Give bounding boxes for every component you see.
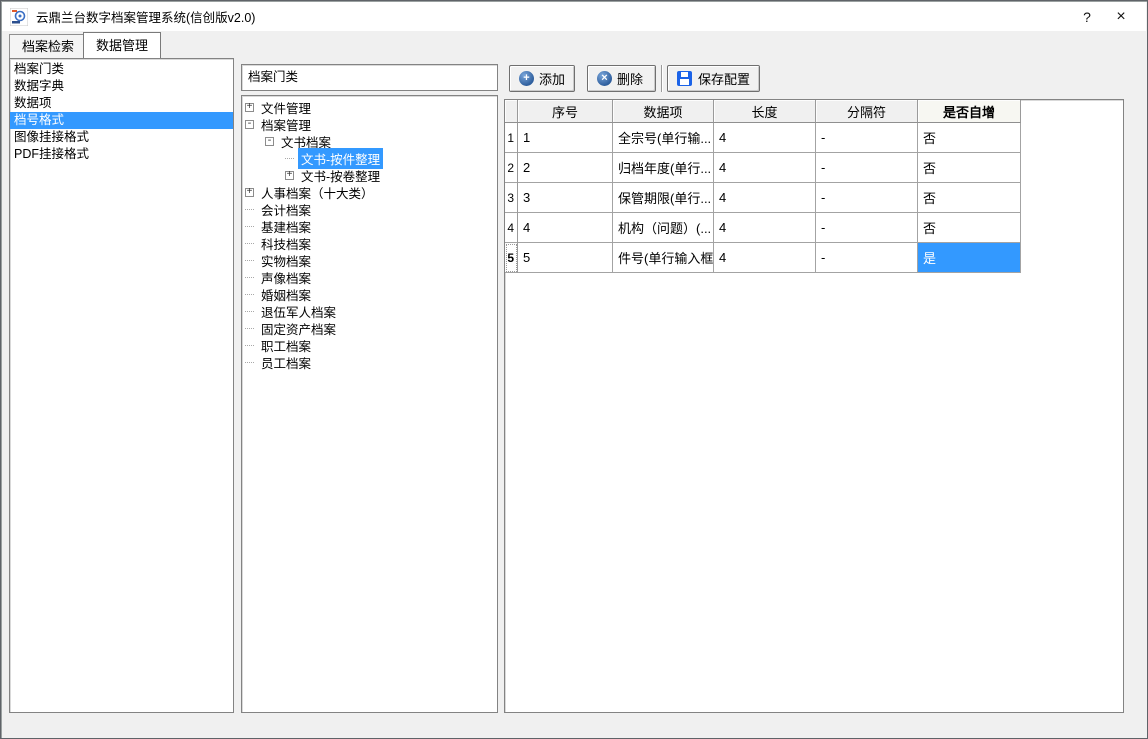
tree-leaf-connector	[245, 311, 254, 312]
app-window: 云鼎兰台数字档案管理系统(信创版v2.0) ? × 档案检索 数据管理 档案门类…	[0, 0, 1148, 739]
add-icon: +	[519, 71, 534, 86]
collapse-minus-icon[interactable]: -	[245, 120, 254, 129]
tree-leaf-connector	[245, 294, 254, 295]
table-corner-cell	[505, 100, 518, 123]
table-cell[interactable]: 保管期限(单行...	[613, 183, 714, 213]
expand-plus-icon[interactable]: +	[285, 171, 294, 180]
table-cell[interactable]: -	[816, 183, 918, 213]
window-title: 云鼎兰台数字档案管理系统(信创版v2.0)	[36, 7, 255, 26]
table-cell[interactable]: 全宗号(单行输...	[613, 123, 714, 153]
expand-plus-icon[interactable]: +	[245, 188, 254, 197]
tree-leaf-connector	[285, 158, 294, 159]
table-row: 33保管期限(单行...4-否	[505, 183, 1123, 213]
tree-leaf-connector	[245, 362, 254, 363]
collapse-minus-icon[interactable]: -	[265, 137, 274, 146]
table-row: 22归档年度(单行...4-否	[505, 153, 1123, 183]
tab-archive-search[interactable]: 档案检索	[9, 34, 87, 58]
table-cell[interactable]: 否	[918, 153, 1021, 183]
table-cell[interactable]: -	[816, 213, 918, 243]
row-number-cell[interactable]: 1	[505, 123, 518, 153]
tree-node[interactable]: 员工档案	[242, 354, 497, 371]
tree-node-label[interactable]: 员工档案	[258, 352, 314, 373]
table-row: 55件号(单行输入框)4-是	[505, 243, 1123, 273]
sidebar-item[interactable]: 数据项	[10, 95, 233, 112]
title-bar: 云鼎兰台数字档案管理系统(信创版v2.0) ? ×	[2, 2, 1146, 31]
table-cell[interactable]: 归档年度(单行...	[613, 153, 714, 183]
app-logo-icon	[10, 8, 28, 26]
sidebar-item[interactable]: 图像挂接格式	[10, 129, 233, 146]
tree-leaf-connector	[245, 209, 254, 210]
sidebar-item[interactable]: PDF挂接格式	[10, 146, 233, 163]
sidebar-item[interactable]: 档号格式	[10, 112, 233, 129]
column-header[interactable]: 是否自增	[918, 100, 1021, 123]
table-body: 11全宗号(单行输...4-否22归档年度(单行...4-否33保管期限(单行.…	[505, 123, 1123, 273]
table-cell[interactable]: 否	[918, 213, 1021, 243]
column-header[interactable]: 数据项	[613, 100, 714, 123]
data-item-table: 序号数据项长度分隔符是否自增11全宗号(单行输...4-否22归档年度(单行..…	[504, 99, 1124, 713]
sidebar-item[interactable]: 数据字典	[10, 78, 233, 95]
table-cell[interactable]: 是	[918, 243, 1021, 273]
close-icon[interactable]: ×	[1104, 3, 1138, 30]
column-header[interactable]: 序号	[518, 100, 613, 123]
table-cell[interactable]: 4	[518, 213, 613, 243]
tree-leaf-connector	[245, 243, 254, 244]
table-cell[interactable]: 4	[714, 183, 816, 213]
tree-leaf-connector	[245, 277, 254, 278]
table-cell[interactable]: 5	[518, 243, 613, 273]
help-icon[interactable]: ?	[1070, 3, 1104, 30]
table-cell[interactable]: 4	[714, 123, 816, 153]
table-cell[interactable]: -	[816, 243, 918, 273]
table-cell[interactable]: -	[816, 123, 918, 153]
table-header-row: 序号数据项长度分隔符是否自增	[505, 100, 1123, 123]
save-button-label: 保存配置	[698, 69, 750, 88]
delete-button[interactable]: × 删除	[587, 65, 656, 92]
save-config-button[interactable]: 保存配置	[667, 65, 760, 92]
table-cell[interactable]: 否	[918, 183, 1021, 213]
table-cell[interactable]: 否	[918, 123, 1021, 153]
table-cell[interactable]: 1	[518, 123, 613, 153]
tree-panel-header: 档案门类	[241, 64, 498, 91]
toolbar-separator	[661, 65, 662, 92]
table-cell[interactable]: 2	[518, 153, 613, 183]
table-row: 44机构（问题）(...4-否	[505, 213, 1123, 243]
tree-leaf-connector	[245, 345, 254, 346]
add-button-label: 添加	[539, 69, 565, 88]
table-cell[interactable]: 3	[518, 183, 613, 213]
row-number-cell[interactable]: 3	[505, 183, 518, 213]
tab-strip: 档案检索 数据管理	[2, 31, 1146, 58]
column-header[interactable]: 分隔符	[816, 100, 918, 123]
category-tree: +文件管理-档案管理-文书档案文书-按件整理+文书-按卷整理+人事档案（十大类）…	[241, 95, 498, 713]
column-header[interactable]: 长度	[714, 100, 816, 123]
expand-plus-icon[interactable]: +	[245, 103, 254, 112]
add-button[interactable]: + 添加	[509, 65, 575, 92]
tree-leaf-connector	[245, 328, 254, 329]
sidebar-item[interactable]: 档案门类	[10, 61, 233, 78]
table-row: 11全宗号(单行输...4-否	[505, 123, 1123, 153]
table-cell[interactable]: -	[816, 153, 918, 183]
delete-button-label: 删除	[617, 69, 643, 88]
row-number-cell[interactable]: 4	[505, 213, 518, 243]
sidebar-category-list: 档案门类数据字典数据项档号格式图像挂接格式PDF挂接格式	[9, 58, 234, 713]
tree-leaf-connector	[245, 226, 254, 227]
table-cell[interactable]: 机构（问题）(...	[613, 213, 714, 243]
table-cell[interactable]: 4	[714, 243, 816, 273]
table-cell[interactable]: 4	[714, 153, 816, 183]
delete-icon: ×	[597, 71, 612, 86]
table-cell[interactable]: 件号(单行输入框)	[613, 243, 714, 273]
tab-data-management[interactable]: 数据管理	[83, 32, 161, 58]
row-number-cell[interactable]: 2	[505, 153, 518, 183]
table-cell[interactable]: 4	[714, 213, 816, 243]
tree-leaf-connector	[245, 260, 254, 261]
save-icon	[677, 71, 692, 86]
row-number-cell[interactable]: 5	[505, 243, 518, 273]
